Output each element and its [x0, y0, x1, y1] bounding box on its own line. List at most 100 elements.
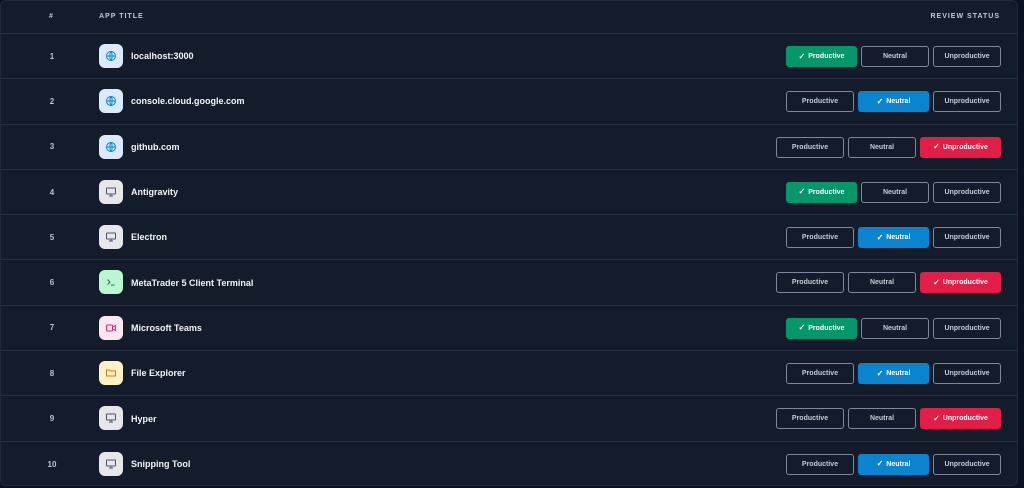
app-name: Hyper — [131, 413, 157, 424]
review-status-buttons: Productive ✓ Neutral Unproductive — [786, 363, 1001, 385]
neutral-label: Neutral — [869, 279, 895, 287]
monitor-icon — [99, 451, 123, 476]
unproductive-button[interactable]: ✓ Unproductive — [920, 272, 1001, 294]
neutral-button[interactable]: Neutral — [848, 136, 916, 158]
unproductive-button[interactable]: Unproductive — [933, 227, 1001, 249]
table-row: 10 Snipping Tool Productive ✓ Neutral Unprodu… — [1, 442, 1017, 485]
table-row: 9 Hyper Productive Neutral ✓ Unproductive — [1, 396, 1017, 442]
unproductive-label: Unproductive — [942, 415, 988, 423]
neutral-button[interactable]: Neutral — [861, 317, 929, 339]
unproductive-label: Unproductive — [944, 370, 990, 378]
productive-button[interactable]: ✓ Productive — [786, 46, 857, 67]
check-icon: ✓ — [876, 459, 884, 469]
neutral-label: Neutral — [882, 188, 908, 196]
review-status-buttons: Productive ✓ Neutral Unproductive — [786, 227, 1001, 249]
unproductive-label: Unproductive — [942, 279, 988, 287]
row-number: 3 — [49, 142, 55, 152]
table-row: 5 Electron Productive ✓ Neutral Unproductive — [1, 215, 1017, 261]
table-body: 1 localhost:3000 ✓ Productive Neutral Unprodu… — [1, 34, 1017, 485]
unproductive-button[interactable]: Unproductive — [933, 46, 1001, 67]
neutral-label: Neutral — [886, 460, 911, 468]
productive-label: Productive — [801, 98, 839, 106]
row-number: 10 — [47, 459, 57, 469]
productive-button[interactable]: Productive — [786, 227, 854, 249]
header-review-status: REVIEW STATUS — [930, 13, 1000, 20]
unproductive-button[interactable]: Unproductive — [933, 453, 1001, 475]
row-number: 4 — [49, 187, 55, 197]
row-number: 9 — [49, 414, 55, 424]
app-name: Microsoft Teams — [131, 322, 202, 333]
neutral-button[interactable]: Neutral — [861, 181, 929, 203]
check-icon: ✓ — [876, 96, 884, 106]
neutral-button[interactable]: Neutral — [848, 408, 916, 430]
unproductive-button[interactable]: ✓ Unproductive — [920, 136, 1001, 158]
unproductive-label: Unproductive — [944, 460, 990, 468]
neutral-label: Neutral — [886, 98, 911, 106]
row-number: 6 — [49, 278, 55, 288]
app-name: github.com — [131, 141, 180, 152]
app-review-table: # APP TITLE REVIEW STATUS 1 localhost:300… — [0, 0, 1018, 486]
unproductive-button[interactable]: Unproductive — [933, 181, 1001, 203]
neutral-button[interactable]: ✓ Neutral — [858, 227, 929, 249]
neutral-button[interactable]: ✓ Neutral — [858, 453, 929, 475]
monitor-icon — [99, 225, 123, 250]
row-number: 5 — [49, 232, 55, 242]
productive-label: Productive — [801, 460, 839, 468]
unproductive-label: Unproductive — [944, 324, 990, 332]
unproductive-label: Unproductive — [944, 53, 990, 60]
unproductive-button[interactable]: Unproductive — [933, 91, 1001, 113]
terminal-icon — [99, 270, 123, 295]
neutral-button[interactable]: ✓ Neutral — [858, 91, 929, 113]
unproductive-button[interactable]: Unproductive — [933, 363, 1001, 385]
table-row: 8 File Explorer Productive ✓ Neutral Unproduc… — [1, 351, 1017, 397]
neutral-button[interactable]: ✓ Neutral — [858, 363, 929, 385]
unproductive-button[interactable]: Unproductive — [933, 317, 1001, 339]
check-icon: ✓ — [933, 142, 940, 152]
productive-button[interactable]: Productive — [786, 453, 854, 475]
check-icon: ✓ — [798, 51, 806, 61]
video-icon — [99, 315, 123, 340]
unproductive-label: Unproductive — [944, 98, 990, 106]
row-number: 1 — [49, 51, 55, 61]
productive-button[interactable]: Productive — [776, 408, 844, 430]
productive-label: Productive — [808, 188, 845, 196]
neutral-button[interactable]: Neutral — [861, 46, 929, 67]
productive-button[interactable]: ✓ Productive — [786, 181, 857, 203]
header-app-title: APP TITLE — [99, 13, 144, 20]
review-status-buttons: Productive ✓ Neutral Unproductive — [786, 453, 1001, 475]
productive-button[interactable]: Productive — [776, 272, 844, 294]
check-icon: ✓ — [876, 232, 884, 242]
unproductive-label: Unproductive — [944, 234, 990, 242]
check-icon: ✓ — [876, 368, 884, 378]
productive-label: Productive — [791, 143, 829, 151]
productive-button[interactable]: Productive — [786, 91, 854, 113]
row-number: 2 — [49, 96, 55, 106]
app-name: Snipping Tool — [131, 459, 191, 470]
productive-button[interactable]: ✓ Productive — [786, 317, 857, 339]
check-icon: ✓ — [933, 413, 940, 423]
check-icon: ✓ — [933, 277, 940, 287]
review-status-buttons: Productive Neutral ✓ Unproductive — [776, 272, 1001, 294]
globe-icon — [99, 44, 123, 68]
check-icon: ✓ — [798, 323, 806, 333]
productive-label: Productive — [791, 279, 829, 287]
header-number: # — [49, 13, 54, 20]
review-status-buttons: Productive Neutral ✓ Unproductive — [776, 136, 1001, 158]
table-row: 6 MetaTrader 5 Client Terminal Productive N… — [1, 260, 1017, 306]
folder-icon — [99, 361, 123, 386]
review-status-buttons: Productive Neutral ✓ Unproductive — [776, 408, 1001, 430]
review-status-buttons: ✓ Productive Neutral Unproductive — [786, 46, 1001, 67]
productive-label: Productive — [801, 234, 839, 242]
unproductive-button[interactable]: ✓ Unproductive — [920, 408, 1001, 430]
neutral-button[interactable]: Neutral — [848, 272, 916, 294]
monitor-icon — [99, 179, 123, 204]
globe-icon — [99, 134, 123, 159]
table-header: # APP TITLE REVIEW STATUS — [1, 1, 1017, 34]
check-icon: ✓ — [798, 187, 806, 197]
productive-button[interactable]: Productive — [776, 136, 844, 158]
row-number: 8 — [49, 368, 55, 378]
table-row: 7 Microsoft Teams ✓ Productive Neutral Unprod… — [1, 306, 1017, 352]
productive-button[interactable]: Productive — [786, 363, 854, 385]
table-row: 2 console.cloud.google.com Productive ✓ Neut… — [1, 79, 1017, 125]
productive-label: Productive — [791, 415, 829, 423]
